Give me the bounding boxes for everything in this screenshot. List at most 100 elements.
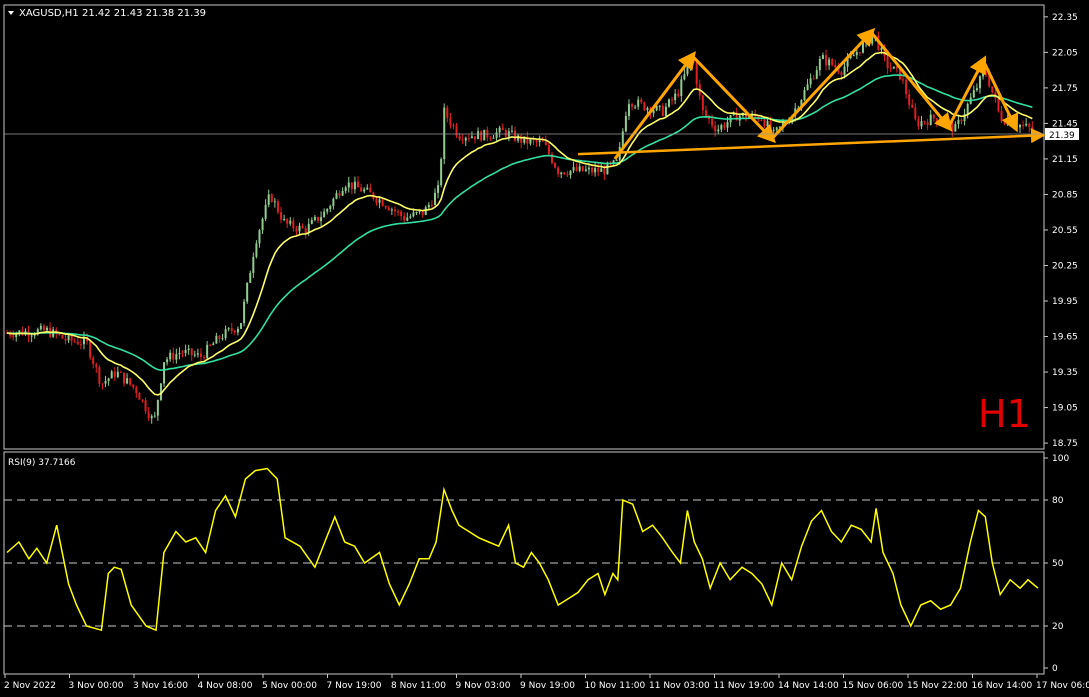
candle-body	[427, 204, 430, 208]
candle-body	[806, 84, 809, 91]
candle-body	[510, 130, 513, 132]
candle-body	[209, 344, 212, 346]
candle-body	[1003, 121, 1006, 125]
time-tick-label: 7 Nov 19:00	[327, 681, 382, 691]
candle-body	[597, 168, 600, 172]
price-axis: 22.35 22.05 21.75 21.45 21.15 20.85 20.55 20.25…	[1044, 13, 1078, 449]
price-tick-label: 22.05	[1052, 48, 1078, 58]
price-tick-label: 20.85	[1052, 190, 1078, 200]
candle-body	[264, 204, 267, 219]
candle-body	[375, 198, 378, 203]
candle-body	[89, 341, 92, 358]
candle-body	[276, 201, 279, 213]
candle-body	[541, 140, 544, 142]
candle-body	[489, 137, 492, 139]
candle-body	[246, 282, 249, 302]
time-tick-label: 3 Nov 16:00	[133, 681, 188, 691]
candle-body	[603, 168, 606, 175]
candle-body	[46, 327, 49, 331]
candle-body	[252, 256, 255, 273]
candle-body	[147, 411, 150, 419]
candle-body	[323, 211, 326, 218]
candle-body	[273, 201, 276, 203]
candle-body	[230, 328, 233, 331]
candle-body	[76, 341, 79, 345]
candle-body	[156, 399, 159, 416]
candle-body	[723, 125, 726, 128]
candle-body	[600, 168, 603, 172]
candle-body	[920, 121, 923, 127]
candle-body	[624, 115, 627, 132]
candle-body	[270, 194, 273, 203]
time-tick-label: 10 Nov 11:00	[585, 681, 646, 691]
candle-body	[717, 129, 720, 132]
candle-body	[163, 362, 166, 384]
candle-body	[815, 70, 818, 79]
candle-body	[249, 272, 252, 283]
time-tick-label: 11 Nov 03:00	[649, 681, 710, 691]
candle-body	[301, 225, 304, 229]
candle-body	[892, 66, 895, 69]
candle-body	[935, 118, 938, 123]
time-tick-label: 11 Nov 19:00	[714, 681, 775, 691]
candle-body	[911, 104, 914, 108]
candle-body	[547, 145, 550, 155]
candle-body	[1025, 123, 1028, 126]
candle-body	[985, 71, 988, 75]
candle-body	[218, 335, 221, 339]
candle-body	[812, 78, 815, 80]
candle-body	[652, 110, 655, 114]
candle-body	[67, 335, 70, 341]
candle-body	[714, 125, 717, 132]
candle-body	[627, 104, 630, 116]
candle-body	[366, 187, 369, 190]
time-tick-label: 15 Nov 22:00	[907, 681, 968, 691]
candle-body	[437, 185, 440, 193]
candle-body	[704, 110, 707, 116]
candle-body	[58, 334, 61, 336]
candle-body	[1031, 126, 1034, 130]
candle-body	[821, 55, 824, 59]
candle-body	[978, 76, 981, 89]
candle-body	[1019, 124, 1022, 128]
candle-body	[683, 74, 686, 80]
candle-body	[153, 415, 156, 417]
time-tick-label: 5 Nov 00:00	[262, 681, 317, 691]
timeframe-watermark: H1	[978, 392, 1031, 436]
candle-body	[474, 136, 477, 140]
candle-body	[470, 136, 473, 139]
rsi-tick-label: 100	[1052, 454, 1069, 464]
current-price-label: 21.39	[1049, 131, 1075, 141]
candle-body	[458, 135, 461, 140]
candle-body	[966, 103, 969, 114]
candle-body	[658, 105, 661, 107]
candle-body	[880, 47, 883, 51]
candle-body	[98, 367, 101, 384]
candle-body	[243, 301, 246, 324]
candle-body	[123, 372, 126, 384]
candle-body	[520, 135, 523, 143]
candle-body	[637, 99, 640, 107]
candle-body	[803, 90, 806, 100]
candle-body	[938, 122, 941, 124]
candle-body	[313, 216, 316, 220]
candle-body	[905, 79, 908, 95]
candle-body	[452, 125, 455, 127]
candle-body	[70, 335, 73, 341]
candle-body	[615, 159, 618, 161]
candle-body	[421, 210, 424, 215]
candle-body	[464, 137, 467, 141]
candle-body	[61, 334, 64, 339]
candle-body	[178, 353, 181, 355]
chart-canvas[interactable]: XAGUSD,H1 21.42 21.43 21.38 21.39 22.352…	[0, 0, 1089, 697]
candle-body	[329, 206, 332, 210]
candle-body	[110, 371, 113, 379]
rsi-tick-label: 20	[1052, 622, 1064, 632]
candle-body	[554, 163, 557, 168]
candle-body	[957, 119, 960, 125]
candle-body	[901, 79, 904, 81]
candle-body	[418, 210, 421, 213]
candle-body	[440, 159, 443, 186]
candle-body	[991, 86, 994, 93]
candle-body	[960, 119, 963, 122]
